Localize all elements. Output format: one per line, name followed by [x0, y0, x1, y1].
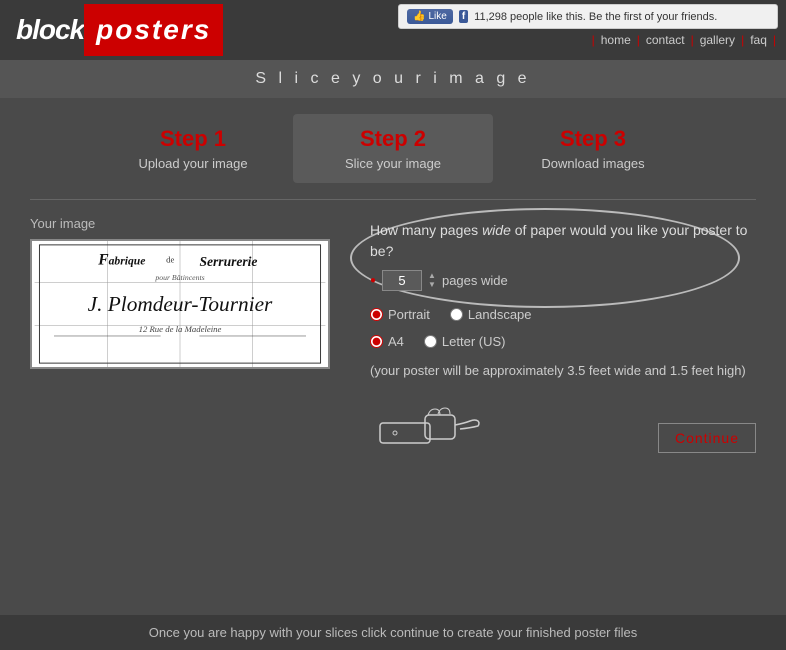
- hand-pointer-icon: [370, 393, 490, 453]
- image-panel: Your image Fabrique de Serrurerie: [20, 216, 360, 369]
- continue-button[interactable]: Continue: [658, 423, 756, 453]
- svg-text:Fabrique: Fabrique: [97, 251, 145, 268]
- question-text-1: How many pages: [370, 222, 482, 238]
- step-3-number: Step 3: [509, 126, 677, 152]
- facebook-icon: f: [459, 10, 468, 23]
- portrait-label: Portrait: [388, 307, 430, 322]
- paper-size-row: A4 Letter (US): [370, 334, 756, 349]
- page-title: S l i c e y o u r i m a g e: [0, 60, 786, 98]
- image-container: Fabrique de Serrurerie pour Bâtincents J…: [30, 239, 330, 369]
- step-2-label: Slice your image: [309, 156, 477, 171]
- section-divider: [30, 199, 756, 200]
- options-panel: How many pages wide of paper would you l…: [360, 216, 766, 453]
- nav-contact[interactable]: contact: [642, 33, 689, 47]
- letter-label: Letter (US): [442, 334, 506, 349]
- steps-container: Step 1 Upload your image Step 2 Slice yo…: [0, 98, 786, 199]
- nav-separator-1: |: [592, 33, 595, 47]
- letter-option[interactable]: Letter (US): [424, 334, 506, 349]
- poster-image: Fabrique de Serrurerie pour Bâtincents J…: [32, 241, 328, 367]
- header: block posters 👍 Like f 11,298 people lik…: [0, 0, 786, 60]
- nav-separator-4: |: [741, 33, 744, 47]
- pages-input[interactable]: [382, 270, 422, 291]
- logo-posters-text: posters: [84, 4, 223, 56]
- letter-radio[interactable]: [424, 335, 437, 348]
- portrait-radio[interactable]: [370, 308, 383, 321]
- pages-question: How many pages wide of paper would you l…: [370, 216, 756, 262]
- pages-radio-indicator: ●: [370, 275, 376, 286]
- nav-separator-5: |: [773, 33, 776, 47]
- nav-separator-2: |: [637, 33, 640, 47]
- landscape-radio[interactable]: [450, 308, 463, 321]
- landscape-label: Landscape: [468, 307, 532, 322]
- step-3[interactable]: Step 3 Download images: [493, 114, 693, 183]
- question-wide-italic: wide: [482, 222, 511, 238]
- facebook-count-text: 11,298 people like this. Be the first of…: [474, 11, 717, 23]
- step-2[interactable]: Step 2 Slice your image: [293, 114, 493, 183]
- logo: block posters: [0, 0, 223, 60]
- portrait-option[interactable]: Portrait: [370, 307, 430, 322]
- step-1-number: Step 1: [109, 126, 277, 152]
- step-2-number: Step 2: [309, 126, 477, 152]
- step-3-label: Download images: [509, 156, 677, 171]
- svg-text:de: de: [166, 254, 174, 264]
- svg-text:J. Plomdeur-Tournier: J. Plomdeur-Tournier: [88, 292, 273, 316]
- nav-gallery[interactable]: gallery: [696, 33, 739, 47]
- a4-radio[interactable]: [370, 335, 383, 348]
- facebook-like-button[interactable]: 👍 Like: [407, 9, 453, 24]
- orientation-row: Portrait Landscape: [370, 307, 756, 322]
- a4-option[interactable]: A4: [370, 334, 404, 349]
- a4-label: A4: [388, 334, 404, 349]
- main-content: Your image Fabrique de Serrurerie: [0, 216, 786, 453]
- your-image-label: Your image: [30, 216, 350, 231]
- header-right: 👍 Like f 11,298 people like this. Be the…: [223, 0, 786, 47]
- hand-continue-row: Continue: [370, 393, 756, 453]
- pages-down-arrow[interactable]: ▼: [428, 281, 436, 289]
- logo-block-text: block: [0, 4, 84, 56]
- footer-text: Once you are happy with your slices clic…: [149, 625, 637, 640]
- facebook-bar: 👍 Like f 11,298 people like this. Be the…: [398, 4, 778, 29]
- pages-spin-arrows[interactable]: ▲ ▼: [428, 272, 436, 289]
- footer: Once you are happy with your slices clic…: [0, 615, 786, 650]
- poster-size-info: (your poster will be approximately 3.5 f…: [370, 361, 756, 381]
- pages-input-row: ● ▲ ▼ pages wide: [370, 270, 756, 291]
- hand-svg: [370, 393, 490, 453]
- step-1[interactable]: Step 1 Upload your image: [93, 114, 293, 183]
- nav-links: | home | contact | gallery | faq |: [590, 33, 778, 47]
- svg-text:pour Bâtincents: pour Bâtincents: [154, 273, 204, 282]
- fb-thumbs-icon: 👍: [413, 11, 425, 22]
- nav-separator-3: |: [691, 33, 694, 47]
- svg-text:Serrurerie: Serrurerie: [199, 254, 257, 269]
- pages-up-arrow[interactable]: ▲: [428, 272, 436, 280]
- nav-faq[interactable]: faq: [746, 33, 771, 47]
- nav-home[interactable]: home: [597, 33, 635, 47]
- step-1-label: Upload your image: [109, 156, 277, 171]
- landscape-option[interactable]: Landscape: [450, 307, 532, 322]
- svg-text:12 Rue de la Madeleine: 12 Rue de la Madeleine: [139, 324, 222, 334]
- pages-wide-label: pages wide: [442, 273, 508, 288]
